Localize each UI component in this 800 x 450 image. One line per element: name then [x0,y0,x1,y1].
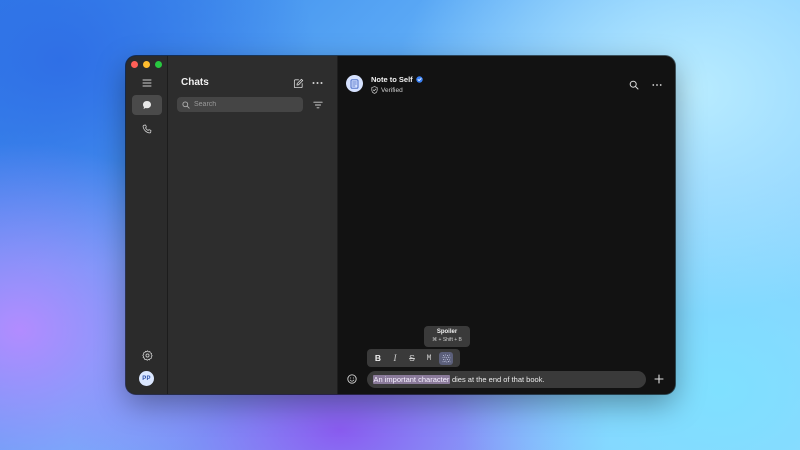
conversation-subtitle: Verified [371,86,403,94]
attach-button[interactable] [652,372,666,386]
bold-button[interactable]: B [371,352,385,365]
settings-button[interactable] [132,345,162,365]
close-window-button[interactable] [131,61,138,68]
emoji-button[interactable] [345,372,359,386]
tooltip-title: Spoiler [436,329,458,335]
search-box[interactable] [177,97,303,112]
avatar-initials: PP [142,375,151,382]
search-icon [182,100,190,109]
spoiler-button[interactable] [439,351,453,365]
compose-button[interactable] [291,76,305,90]
rail-item-chats[interactable] [132,95,162,115]
conversation-pane: Note to Self Verified Spoiler ⌘ + Shift … [338,56,675,394]
chat-list-pane: Chats [168,56,338,394]
filter-icon [313,101,323,108]
nav-rail: PP [126,56,168,394]
window-controls [131,61,162,68]
rail-item-calls[interactable] [132,119,162,139]
conversation-search-button[interactable] [627,78,641,92]
chat-list-more-button[interactable] [310,76,324,90]
italic-button[interactable]: I [388,352,402,365]
spoiler-icon [442,354,450,362]
plus-icon [654,374,664,384]
more-horizontal-icon [312,82,322,84]
spoiler-tooltip: Spoiler ⌘ + Shift + B [424,326,470,347]
strikethrough-button[interactable]: S [405,352,419,365]
verified-badge-icon [415,76,423,83]
search-icon [629,80,639,90]
composer-text[interactable]: dies at the end of that book. [450,375,545,384]
tooltip-shortcut: ⌘ + Shift + B [432,337,462,343]
monospace-button[interactable]: M [422,352,436,365]
chat-list-title: Chats [181,77,209,88]
conversation-title-text: Note to Self [371,75,413,84]
conversation-title[interactable]: Note to Self [371,75,423,84]
conversation-avatar[interactable] [346,75,363,92]
chat-bubble-icon [143,101,151,109]
minimize-window-button[interactable] [143,61,150,68]
phone-icon [142,124,152,134]
conversation-more-button[interactable] [650,78,664,92]
profile-avatar[interactable]: PP [139,371,154,386]
zoom-window-button[interactable] [155,61,162,68]
gear-icon [141,349,153,361]
hamburger-icon [142,79,152,87]
note-icon [350,78,359,89]
formatting-toolbar: B I S M [367,349,460,367]
menu-button[interactable] [132,73,162,93]
selected-text[interactable]: An important character [373,375,450,384]
emoji-icon [347,374,357,384]
compose-icon [293,78,303,88]
shield-check-icon [371,86,378,94]
message-composer[interactable]: An important character dies at the end o… [367,371,646,388]
more-horizontal-icon [652,84,662,86]
app-window: PP Chats Search Note to Self Verified Sp… [126,56,675,394]
search-input[interactable] [194,101,294,108]
verified-label: Verified [381,86,403,94]
filter-button[interactable] [311,98,325,111]
